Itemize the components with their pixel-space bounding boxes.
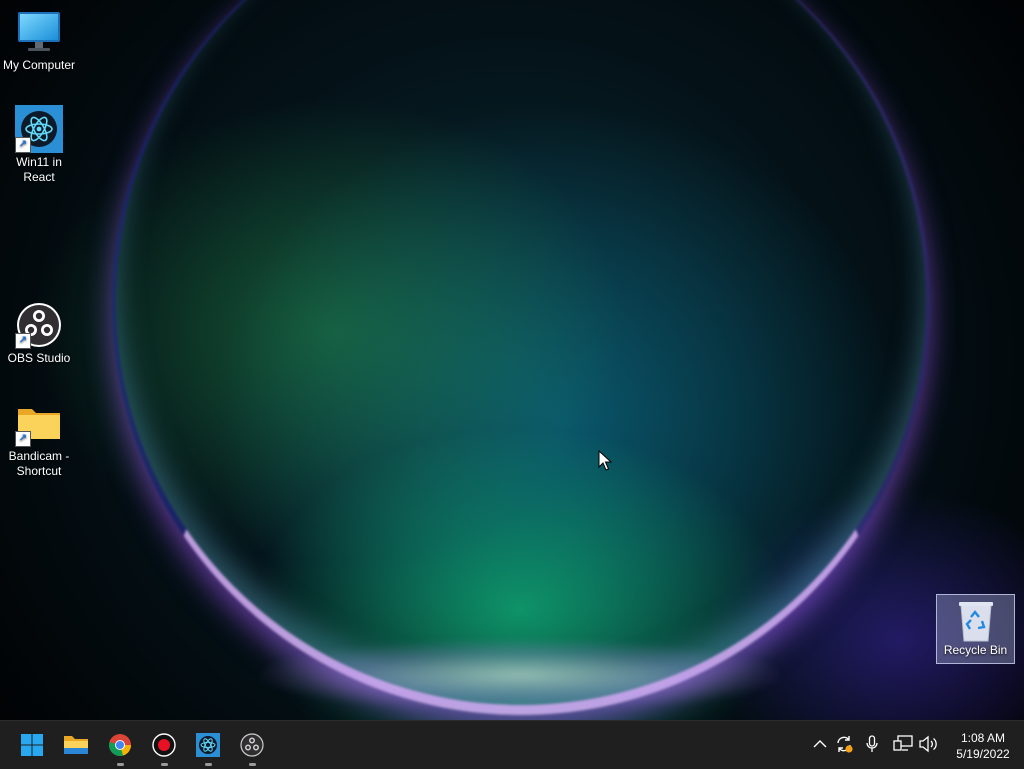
- folder-icon: ↗: [15, 399, 63, 447]
- desktop-icon-label: Win11 in React: [16, 155, 62, 184]
- shortcut-arrow-icon: ↗: [15, 333, 31, 349]
- folder-icon: [64, 736, 88, 754]
- taskbar-win11-in-react[interactable]: [190, 727, 226, 766]
- record-icon: [152, 733, 176, 757]
- taskbar-file-explorer[interactable]: [58, 727, 94, 763]
- desktop-icon-obs-studio[interactable]: ↗ OBS Studio: [0, 301, 78, 366]
- tray-sync[interactable]: [833, 733, 855, 755]
- tray-network[interactable]: [892, 733, 914, 755]
- taskbar-obs-studio[interactable]: [234, 727, 270, 766]
- desktop-icon-label: My Computer: [2, 58, 76, 72]
- show-hidden-icons-button[interactable]: [809, 733, 831, 755]
- desktop-icon-win11-in-react[interactable]: ↗ Win11 in React: [0, 105, 78, 185]
- desktop-icon-label: OBS Studio: [7, 351, 71, 365]
- taskbar-bandicam[interactable]: [146, 727, 182, 766]
- desktop-icon-my-computer[interactable]: My Computer: [0, 8, 78, 73]
- shortcut-arrow-icon: ↗: [15, 431, 31, 447]
- microphone-icon: [866, 735, 878, 752]
- obs-icon: [240, 733, 264, 757]
- running-indicator: [205, 763, 212, 766]
- wallpaper-orb: [112, 0, 930, 715]
- taskbar: 1:08 AM 5/19/2022: [0, 720, 1024, 769]
- react-icon: ↗: [15, 105, 63, 153]
- running-indicator: [249, 763, 256, 766]
- react-icon: [196, 733, 220, 757]
- volume-icon: [919, 735, 937, 753]
- taskbar-clock[interactable]: 1:08 AM 5/19/2022: [944, 730, 1022, 762]
- running-indicator: [161, 763, 168, 766]
- mouse-cursor-icon: [598, 450, 612, 471]
- clock-date: 5/19/2022: [956, 747, 1010, 761]
- desktop-icon-label: Bandicam - Shortcut: [8, 449, 70, 478]
- taskbar-chrome[interactable]: [102, 727, 138, 766]
- monitor-icon: [15, 8, 63, 56]
- windows-start-icon: [21, 734, 43, 756]
- shortcut-arrow-icon: ↗: [15, 137, 31, 153]
- chrome-icon: [109, 734, 131, 756]
- running-indicator: [117, 763, 124, 766]
- tray-microphone[interactable]: [861, 733, 883, 755]
- sync-icon: [837, 736, 853, 753]
- recycle-bin-label: Recycle Bin: [943, 643, 1008, 657]
- recycle-bin-icon: [956, 599, 996, 643]
- wallpaper-glow: [260, 640, 780, 710]
- chevron-up-icon: [813, 740, 827, 748]
- tray-volume[interactable]: [917, 733, 939, 755]
- desktop-icon-bandicam-shortcut[interactable]: ↗ Bandicam - Shortcut: [0, 399, 78, 479]
- desktop-background[interactable]: My Computer ↗ Win11 in React ↗ OBS Studi…: [0, 0, 1024, 720]
- obs-icon: ↗: [15, 301, 63, 349]
- start-button[interactable]: [14, 727, 50, 763]
- desktop-icon-recycle-bin[interactable]: Recycle Bin: [936, 594, 1015, 664]
- network-icon: [893, 735, 913, 751]
- clock-time: 1:08 AM: [960, 731, 1006, 745]
